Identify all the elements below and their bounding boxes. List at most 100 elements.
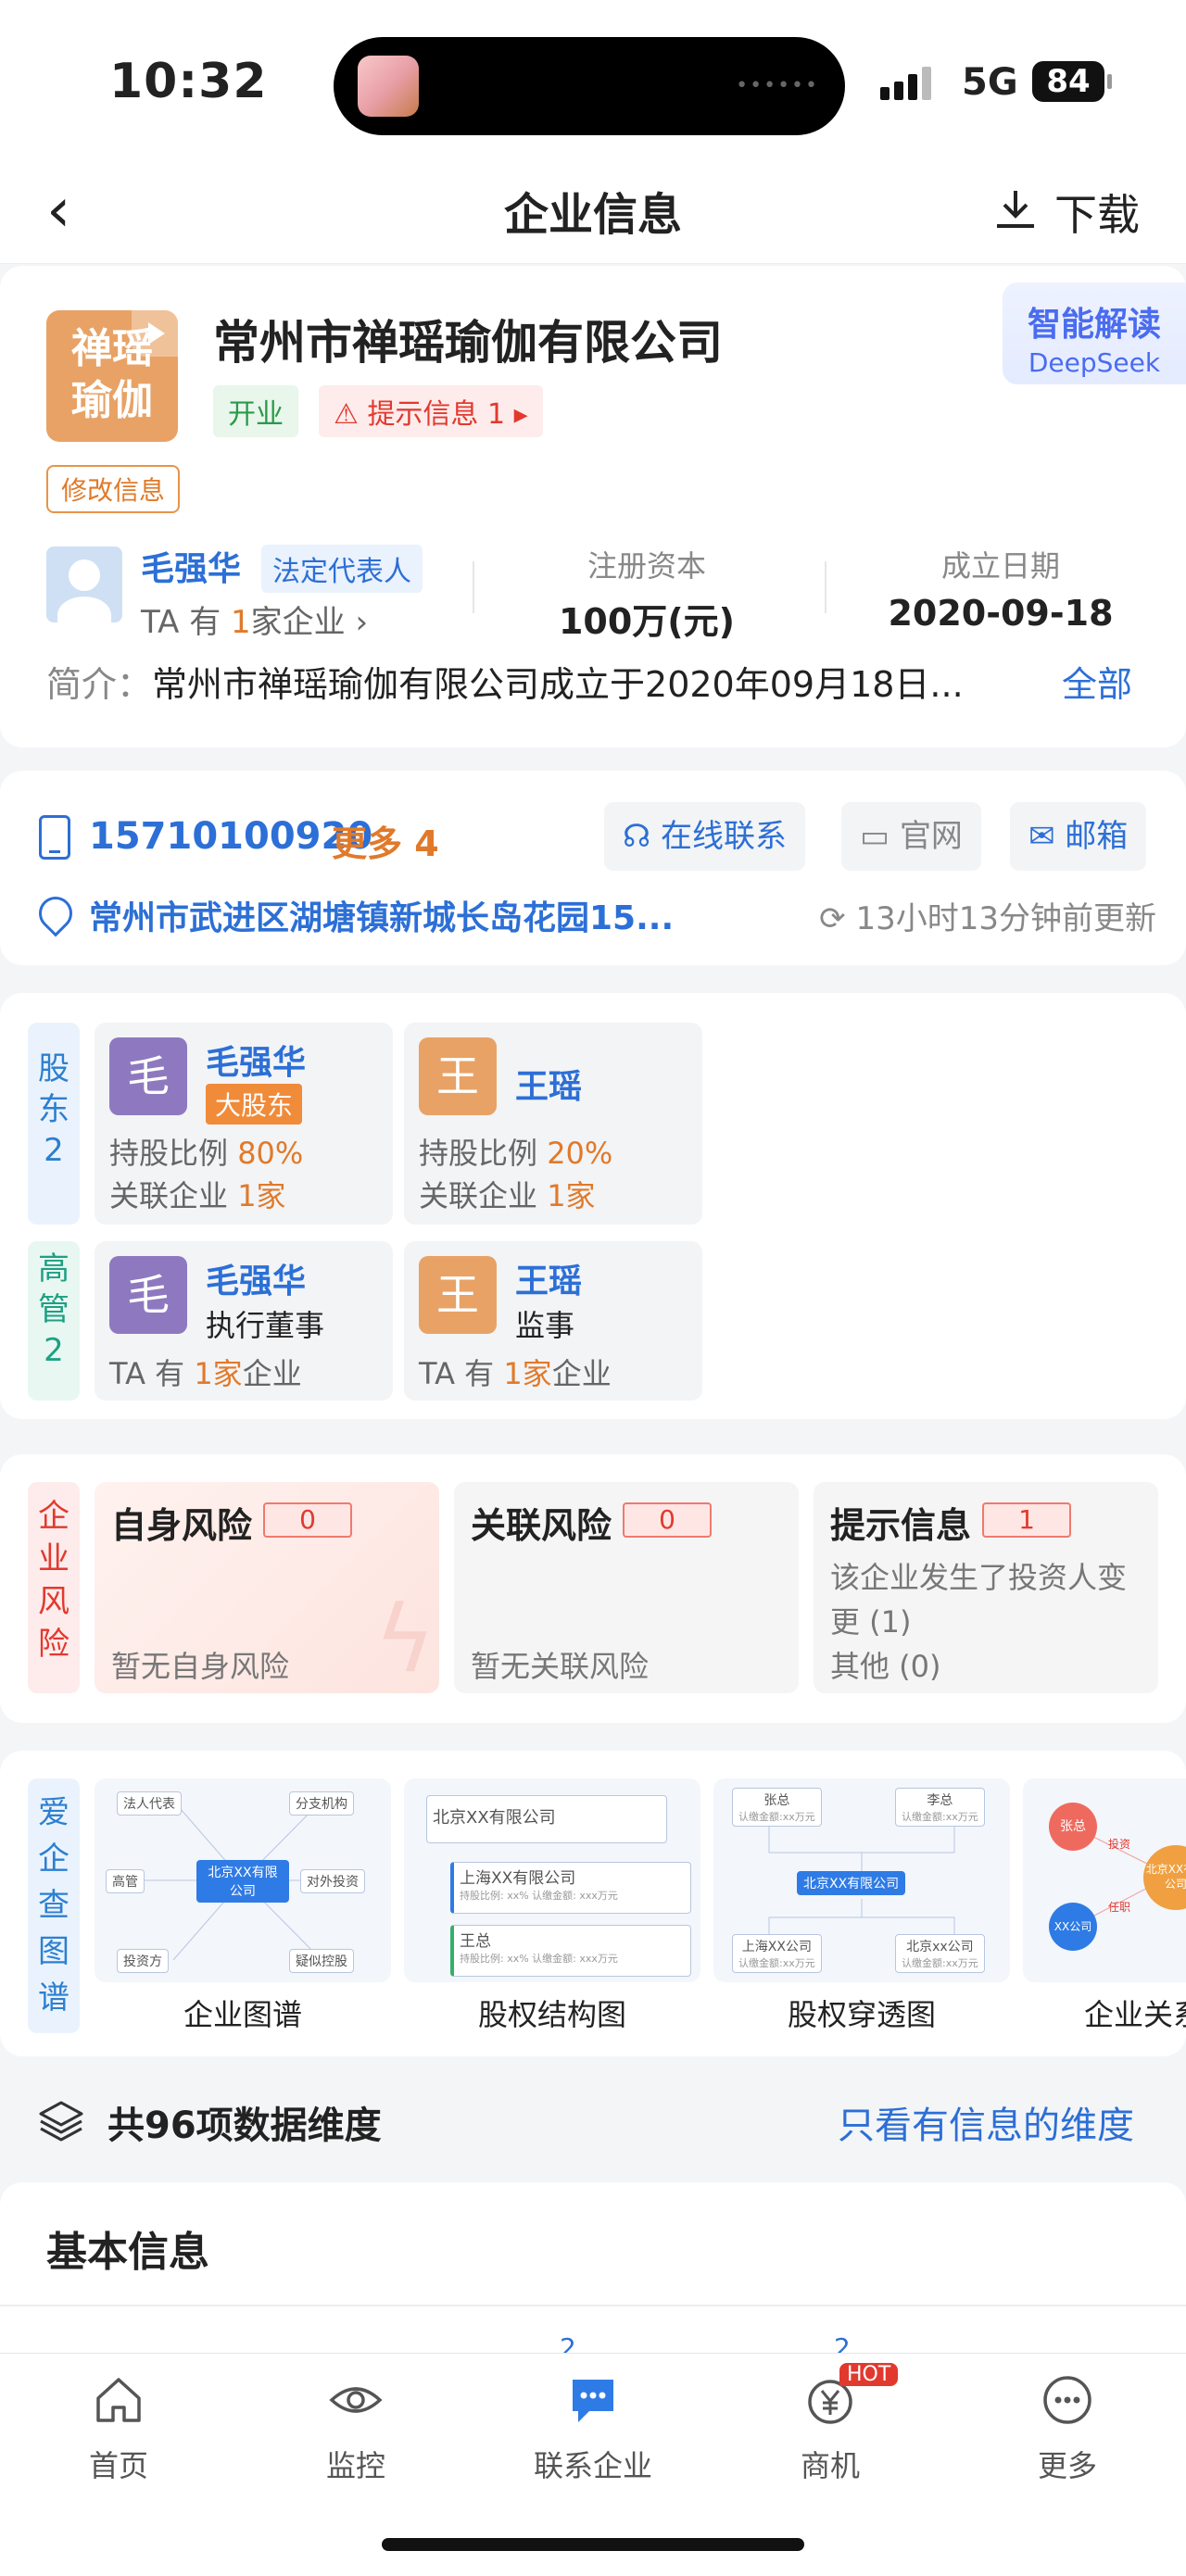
risk-label-char2: 业 (38, 1540, 69, 1577)
executive-companies: TA 有 1家企业 (419, 1351, 612, 1393)
graph-node: 分支机构 (289, 1791, 354, 1816)
divider (0, 2305, 1186, 2306)
shareholders-count: 2 (44, 1132, 64, 1169)
notice-info-card[interactable]: 提示信息 1 该企业发生了投资人变 更 (1) 其他 (0) (814, 1482, 1158, 1693)
graphs-label-char4: 图 (38, 1933, 69, 1970)
shareholder-name: 毛强华 (206, 1044, 307, 1082)
tab-opportunity[interactable]: HOT 商机 (738, 2363, 923, 2485)
website-label: 官网 (899, 818, 963, 855)
graphs-label-char1: 爱 (38, 1794, 69, 1831)
executives-label-char1: 高 (38, 1250, 69, 1288)
phone-icon (39, 815, 70, 860)
assoc-label: 关联企业 (419, 1178, 548, 1213)
tab-label: 商机 (800, 2448, 860, 2483)
download-button[interactable]: 下载 (993, 182, 1140, 243)
shareholder-card[interactable]: 毛 毛强华 大股东 持股比例 80% 关联企业 1家 (95, 1023, 393, 1225)
self-risk-desc: 暂无自身风险 (111, 1649, 290, 1684)
warning-icon: ⚠ (334, 398, 368, 431)
graph-label[interactable]: 企业关系 (1023, 1992, 1186, 2034)
related-risk-card[interactable]: 关联风险 0 暂无关联风险 (454, 1482, 799, 1693)
capital-value: 100万(元) (558, 601, 736, 642)
legal-rep-name[interactable]: 毛强华 (141, 542, 241, 590)
avatar: 毛 (109, 1037, 187, 1115)
headset-icon: ☊ (623, 818, 662, 855)
shareholder-card[interactable]: 王 王瑶 持股比例 20% 关联企业 1家 (404, 1023, 702, 1225)
tab-more[interactable]: 更多 (975, 2372, 1160, 2485)
intro-label: 简介： (46, 664, 153, 705)
risk-label-char1: 企 (38, 1498, 69, 1535)
legal-rep-companies[interactable]: TA 有 1家企业 › (141, 597, 368, 642)
executive-card[interactable]: 王 王瑶 监事 TA 有 1家企业 (404, 1241, 702, 1401)
risk-label-char4: 险 (38, 1626, 69, 1663)
ai-interpret-button[interactable]: 智能解读 DeepSeek (1003, 283, 1186, 384)
nav-bar: ‹ 企业信息 下载 (0, 157, 1186, 264)
founded-label: 成立日期 (940, 548, 1060, 584)
online-contact-button[interactable]: ☊ 在线联系 (604, 802, 806, 871)
graph-company-node: XX公司 (1049, 1903, 1097, 1951)
notice-tag[interactable]: ⚠ 提示信息 1 ▸ (319, 385, 543, 437)
avatar[interactable] (46, 547, 122, 622)
self-risk-card[interactable]: 自身风险 0 暂无自身风险 ϟ (95, 1482, 439, 1693)
graph-label[interactable]: 企业图谱 (95, 1992, 391, 2034)
exec-prefix: TA 有 (109, 1356, 195, 1391)
notice-info-desc1: 该企业发生了投资人变 (830, 1560, 1128, 1595)
home-indicator[interactable] (382, 2538, 804, 2551)
equity-penetration-card[interactable]: 张总 认缴金额:xx万元 李总 认缴金额:xx万元 北京XX有限公司 上海XX公司认… (713, 1778, 1010, 1982)
legal-rep-role: 法定代表人 (261, 545, 423, 593)
graph-node: 王总持股比例: xx% 认缴金额: xxx万元 (450, 1925, 691, 1977)
graph-node-title: 北京xx公司 (906, 1940, 974, 1954)
tab-label: 联系企业 (533, 2448, 652, 2483)
tab-home[interactable]: 首页 (26, 2372, 211, 2485)
more-icon (1043, 2376, 1091, 2424)
divider (825, 561, 826, 613)
share-ratio-label: 持股比例 (419, 1136, 548, 1171)
filter-dimensions-link[interactable]: 只看有信息的维度 (838, 2095, 1134, 2149)
phone-number[interactable]: 15710100920 (89, 815, 372, 858)
executive-card[interactable]: 毛 毛强华 执行董事 TA 有 1家企业 (95, 1241, 393, 1401)
related-risk-count: 0 (623, 1502, 712, 1538)
graph-node-title: 王总 (460, 1932, 491, 1951)
graph-node: 高管 (106, 1869, 145, 1893)
executive-name: 王瑶 (515, 1263, 583, 1301)
assoc-value: 1家 (547, 1178, 596, 1213)
graph-center-node: 北京XX有限公司 (797, 1871, 906, 1895)
related-risk-desc: 暂无关联风险 (471, 1649, 650, 1684)
shareholders-label[interactable]: 股东 2 (28, 1023, 80, 1225)
notice-info-count: 1 (982, 1502, 1071, 1538)
risk-label-char3: 风 (38, 1583, 69, 1620)
graph-node-sub: 持股比例: xx% 认缴金额: xxx万元 (460, 1953, 618, 1965)
graph-label[interactable]: 股权穿透图 (713, 1992, 1010, 2034)
graph-label[interactable]: 股权结构图 (404, 1992, 700, 2034)
signal-icon (880, 67, 936, 100)
tab-contact[interactable]: 联系企业 (500, 2372, 686, 2485)
enterprise-graph-card[interactable]: 法人代表 分支机构 高管 北京XX有限公司 对外投资 投资方 疑似控股 (95, 1778, 391, 1982)
refresh-icon: ⟳ (819, 900, 856, 937)
play-icon (132, 310, 178, 357)
edit-info-button[interactable]: 修改信息 (46, 465, 181, 513)
intro-all-link[interactable]: 全部 (1062, 656, 1132, 707)
lightning-icon: ϟ (374, 1585, 435, 1693)
more-phones-link[interactable]: 更多 4 (332, 815, 439, 866)
address[interactable]: 常州市武进区湖塘镇新城长岛花园15... (89, 891, 674, 939)
tab-label: 首页 (88, 2448, 148, 2483)
graph-node: 李总 认缴金额:xx万元 (895, 1788, 985, 1827)
executives-label[interactable]: 高管 2 (28, 1241, 80, 1401)
share-ratio-label: 持股比例 (109, 1136, 238, 1171)
tab-monitor[interactable]: 监控 (263, 2372, 448, 2485)
equity-structure-card[interactable]: 北京XX有限公司 上海XX有限公司 持股比例: xx% 认缴金额: xxx万元 王… (404, 1778, 700, 1982)
avatar: 王 (419, 1037, 497, 1115)
graph-node: 疑似控股 (289, 1949, 354, 1973)
executive-role: 执行董事 (206, 1308, 325, 1343)
graph-node: 北京XX有限公司 (426, 1795, 667, 1843)
shareholder-name: 王瑶 (515, 1068, 583, 1106)
company-logo[interactable]: 禅瑶 瑜伽 (46, 310, 178, 442)
email-button[interactable]: ✉ 邮箱 (1010, 802, 1147, 871)
enterprise-relation-card[interactable]: 张总 XX公司 北京XX有限公司 投资 任职 (1023, 1778, 1186, 1982)
graph-node-title: 上海XX公司 (741, 1940, 812, 1954)
section-title: 基本信息 (46, 2229, 209, 2276)
graph-node: 上海XX公司 认缴金额:xx万元 (732, 1934, 822, 1973)
executive-name: 毛强华 (206, 1263, 307, 1301)
website-button[interactable]: ▭ 官网 (841, 802, 981, 871)
graph-node: 对外投资 (300, 1869, 365, 1893)
exec-suffix: 企业 (242, 1356, 302, 1391)
